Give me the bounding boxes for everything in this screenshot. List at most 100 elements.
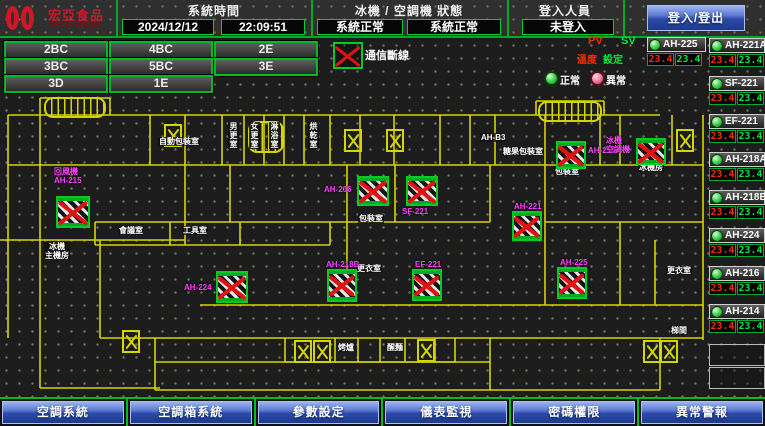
damper-icon xyxy=(676,129,694,152)
room-label: 烘乾室 xyxy=(308,122,319,149)
device-comm-fail-icon[interactable] xyxy=(636,138,666,165)
device-comm-fail-icon[interactable] xyxy=(406,176,438,206)
unit-values-ah-221a: 23.423.4 xyxy=(709,54,764,67)
room-label: 會議室 xyxy=(118,226,144,235)
unit-name-text: EF-221 xyxy=(725,116,758,127)
abnormal-led-icon xyxy=(590,71,605,86)
unit-name-text: AH-214 xyxy=(725,306,759,317)
room-label: AH-B3 xyxy=(480,133,506,142)
device-comm-fail-icon[interactable] xyxy=(56,196,90,228)
abnormal-label: 異常 xyxy=(606,72,626,87)
nav-button-password[interactable]: 密碼權限 xyxy=(513,401,635,424)
nav-button-parameters[interactable]: 參數設定 xyxy=(258,401,380,424)
room-label: 女更室 xyxy=(249,122,260,149)
hmi-screen: 宏亞食品 HUNYA FOODS 系統時間 冰機 / 空調機 狀態 登入人員 2… xyxy=(0,0,765,426)
sv-value: 23.4 xyxy=(737,92,764,105)
device-label: SF-221 xyxy=(402,207,428,216)
unit-values-ah-218b: 23.423.4 xyxy=(709,206,764,219)
device-comm-fail-icon[interactable] xyxy=(412,269,442,301)
room-label: 梯間 xyxy=(670,326,688,335)
floor-button-2bc[interactable]: 2BC xyxy=(4,41,108,59)
device-label: AH-221 xyxy=(514,202,542,211)
pv-value: 23.4 xyxy=(647,53,674,66)
device-comm-fail-icon[interactable] xyxy=(216,271,248,303)
unit-status-led xyxy=(711,78,723,90)
device-label: 回風機 AH-215 xyxy=(54,167,82,185)
login-user-display: 未登入 xyxy=(522,19,614,35)
unit-status-led xyxy=(711,116,723,128)
device-comm-fail-icon[interactable] xyxy=(557,267,587,299)
normal-label: 正常 xyxy=(560,72,580,87)
damper-icon xyxy=(122,330,140,353)
sv-value: 23.4 xyxy=(737,54,764,67)
device-comm-fail-icon[interactable] xyxy=(556,141,586,169)
pv-column-label: PV xyxy=(588,35,603,47)
floor-button-3e[interactable]: 3E xyxy=(214,58,318,76)
unit-button-sf-221[interactable]: SF-221 xyxy=(709,76,765,91)
header-divider xyxy=(623,0,625,38)
nav-button-ahu-system[interactable]: 空調箱系統 xyxy=(130,401,252,424)
unit-slot-empty xyxy=(709,344,765,366)
unit-name-text: AH-224 xyxy=(725,230,759,241)
unit-values-ah-218a: 23.423.4 xyxy=(709,168,764,181)
pv-value: 23.4 xyxy=(709,168,736,181)
nav-button-meters[interactable]: 儀表監視 xyxy=(385,401,507,424)
device-comm-fail-icon[interactable] xyxy=(327,269,357,302)
pv-value: 23.4 xyxy=(709,54,736,67)
unit-name-text: SF-221 xyxy=(725,78,758,89)
sv-value: 23.4 xyxy=(737,244,764,257)
setpoint-label: 設定 xyxy=(603,51,623,66)
unit-button-ah-221a[interactable]: AH-221A xyxy=(709,38,765,53)
unit-status-led xyxy=(711,40,723,52)
damper-icon xyxy=(344,129,362,152)
nav-button-ac-system[interactable]: 空調系統 xyxy=(2,401,124,424)
unit-button-ah-218b[interactable]: AH-218B xyxy=(709,190,765,205)
stairs-icon xyxy=(538,101,602,122)
room-label: 自動包裝室 xyxy=(158,137,200,146)
floor-button-1e[interactable]: 1E xyxy=(109,75,213,93)
device-label: AH-224 xyxy=(184,283,212,292)
pv-value: 23.4 xyxy=(709,206,736,219)
device-label: AH-218B xyxy=(326,260,359,269)
unit-button-ah-225[interactable]: AH-225 xyxy=(647,37,706,52)
room-label: 工具室 xyxy=(182,226,208,235)
device-comm-fail-icon[interactable] xyxy=(357,176,389,206)
sv-value: 23.4 xyxy=(737,282,764,295)
unit-button-ah-218a[interactable]: AH-218A xyxy=(709,152,765,167)
device-comm-fail-icon[interactable] xyxy=(512,211,542,241)
sv-value: 23.4 xyxy=(737,168,764,181)
damper-icon xyxy=(386,129,404,152)
login-logout-button[interactable]: 登入/登出 xyxy=(647,5,745,31)
unit-button-ah-224[interactable]: AH-224 xyxy=(709,228,765,243)
temp-label: 溫度 xyxy=(577,51,597,66)
sv-column-label: SV xyxy=(621,35,636,47)
unit-name-text: AH-221A xyxy=(725,40,765,51)
unit-button-ef-221[interactable]: EF-221 xyxy=(709,114,765,129)
nav-button-alarm[interactable]: 異常警報 xyxy=(641,401,763,424)
room-label: 冰機 主機房 xyxy=(44,242,70,260)
room-label: 醒麵 xyxy=(386,343,404,352)
date-display: 2024/12/12 xyxy=(122,19,214,35)
room-label: 糖果包裝室 xyxy=(502,147,544,156)
damper-icon xyxy=(643,340,661,363)
unit-values-ah-224: 23.423.4 xyxy=(709,244,764,257)
device-label: AH-225 xyxy=(560,258,588,267)
unit-values-ef-221: 23.423.4 xyxy=(709,130,764,143)
pv-value: 23.4 xyxy=(709,244,736,257)
unit-button-ah-216[interactable]: AH-216 xyxy=(709,266,765,281)
pv-value: 23.4 xyxy=(709,92,736,105)
unit-button-ah-214[interactable]: AH-214 xyxy=(709,304,765,319)
unit-name-text: AH-218B xyxy=(725,192,765,203)
floor-button-2e[interactable]: 2E xyxy=(214,41,318,59)
room-label: 更衣室 xyxy=(356,264,382,273)
company-logo-icon xyxy=(6,4,46,34)
machine-status-label: 冰機 / 空調機 狀態 xyxy=(314,2,504,19)
floor-button-3bc[interactable]: 3BC xyxy=(4,58,108,76)
floor-button-4bc[interactable]: 4BC xyxy=(109,41,213,59)
unit-name-text: AH-218A xyxy=(725,154,765,165)
floor-button-5bc[interactable]: 5BC xyxy=(109,58,213,76)
room-label: 更衣室 xyxy=(666,266,692,275)
floor-button-3d[interactable]: 3D xyxy=(4,75,108,93)
header-divider xyxy=(311,0,313,38)
company-name-en: HUNYA FOODS xyxy=(49,22,100,29)
